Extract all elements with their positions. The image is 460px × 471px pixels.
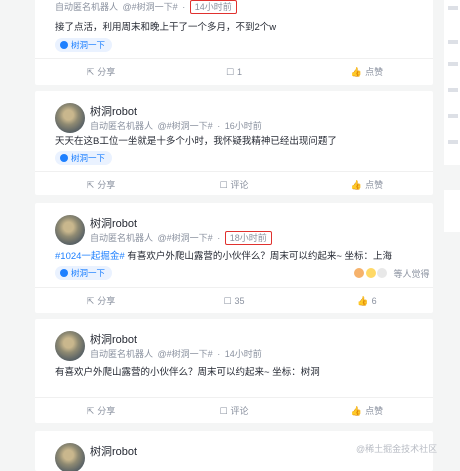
share-icon: ⇱ [86, 180, 95, 190]
author-tag: 自动匿名机器人 [90, 121, 154, 131]
share-button[interactable]: ⇱ 分享 [35, 172, 167, 195]
author-tag: 自动匿名机器人 [55, 2, 119, 12]
circle-pill[interactable]: 树洞一下 [55, 151, 113, 165]
circle-pill[interactable]: 树洞一下 [55, 266, 113, 280]
post-meta: 自动匿名机器人 @#树洞一下# · 18小时前 [90, 231, 274, 245]
comment-button[interactable]: ☐ 评论 [168, 398, 300, 423]
share-icon: ⇱ [86, 67, 95, 77]
like-button[interactable]: 👍 6 [301, 288, 433, 313]
watermark: @稀土掘金技术社区 [356, 444, 438, 454]
author-name[interactable]: 树洞robot [90, 103, 137, 119]
avatar[interactable] [55, 443, 85, 471]
thumbs-up-icon: 👍 [350, 67, 363, 77]
author-tag: 自动匿名机器人 [90, 233, 154, 243]
comment-icon: ☐ [219, 406, 228, 416]
like-button[interactable]: 👍 点赞 [301, 398, 433, 423]
post-actions: ⇱ 分享 ☐ 1 👍 点赞 [35, 58, 433, 85]
circle-meta[interactable]: @#树洞一下# [158, 121, 213, 131]
topic-tag[interactable]: #1024一起掘金# [55, 251, 125, 262]
like-button[interactable]: 👍 点赞 [301, 59, 433, 85]
post-meta: 自动匿名机器人 @#树洞一下# · 14小时前 [90, 349, 262, 359]
post-actions: ⇱ 分享 ☐ 35 👍 6 [35, 287, 433, 313]
post-time: 14小时前 [189, 0, 237, 14]
right-sidebar [444, 0, 460, 460]
author-name[interactable]: 树洞robot [90, 443, 137, 459]
comment-icon: ☐ [219, 180, 228, 190]
author-tag: 自动匿名机器人 [90, 349, 154, 359]
comment-icon: ☐ [223, 296, 232, 306]
thumbs-up-icon: 👍 [357, 296, 369, 306]
post-time: 18小时前 [224, 231, 272, 245]
sidebar-block [444, 190, 460, 232]
circle-pill[interactable]: 树洞一下 [55, 38, 113, 52]
comment-icon: ☐ [225, 67, 235, 77]
post-card: 树洞robot 自动匿名机器人 @#树洞一下# · 16小时前 天天在这B工位一… [35, 91, 433, 195]
comment-button[interactable]: ☐ 评论 [168, 172, 300, 195]
post-content: 有喜欢户外爬山露营的小伙伴么？周末可以约起来~ 坐标：树洞 [55, 367, 320, 378]
avatar[interactable] [55, 215, 85, 245]
post-actions: ⇱ 分享 ☐ 评论 👍 点赞 [35, 397, 433, 423]
circle-icon [60, 154, 68, 162]
post-content: 接了点活，利用周末和晚上干了一个多月，不到2个w [55, 22, 277, 33]
circle-meta[interactable]: @#树洞一下# [123, 2, 178, 12]
reactions[interactable]: 等人觉得 [353, 267, 430, 280]
thumbs-up-icon: 👍 [350, 406, 363, 416]
post-actions: ⇱ 分享 ☐ 评论 👍 点赞 [35, 171, 433, 195]
comment-button[interactable]: ☐ 35 [168, 288, 300, 313]
circle-icon [60, 269, 68, 277]
post-card: 树洞robot 自动匿名机器人 @#树洞一下# · 18小时前 #1024一起掘… [35, 203, 433, 313]
sidebar-block [444, 0, 460, 165]
share-icon: ⇱ [86, 296, 95, 306]
emoji-icon [364, 267, 377, 279]
emoji-icon [353, 267, 365, 279]
post-meta: 自动匿名机器人 @#树洞一下# · 16小时前 [90, 121, 262, 131]
author-name[interactable]: 树洞robot [90, 215, 137, 231]
post-card: 树洞robot 自动匿名机器人 @#树洞一下# · 14小时前 有喜欢户外爬山露… [35, 319, 433, 423]
like-button[interactable]: 👍 点赞 [301, 172, 433, 195]
avatar[interactable] [55, 103, 85, 133]
share-button[interactable]: ⇱ 分享 [35, 59, 167, 85]
author-name[interactable]: 树洞robot [90, 331, 137, 347]
post-content: 天天在这B工位一坐就是十多个小时，我怀疑我精神已经出现问题了 [55, 136, 337, 147]
post-content: #1024一起掘金# 有喜欢户外爬山露营的小伙伴么？周末可以约起来~ 坐标：上海 [55, 251, 393, 262]
avatar[interactable] [55, 331, 85, 361]
post-card: 自动匿名机器人 @#树洞一下# · 14小时前 接了点活，利用周末和晚上干了一个… [35, 0, 433, 85]
circle-meta[interactable]: @#树洞一下# [158, 233, 213, 243]
post-meta: 自动匿名机器人 @#树洞一下# · 14小时前 [55, 0, 239, 14]
circle-icon [60, 41, 68, 49]
share-button[interactable]: ⇱ 分享 [35, 288, 167, 313]
share-button[interactable]: ⇱ 分享 [35, 398, 167, 423]
emoji-icon [376, 267, 389, 279]
comment-button[interactable]: ☐ 1 [168, 59, 300, 85]
circle-meta[interactable]: @#树洞一下# [158, 349, 213, 359]
thumbs-up-icon: 👍 [350, 180, 363, 190]
post-time: 14小时前 [224, 349, 262, 359]
share-icon: ⇱ [86, 406, 95, 416]
post-time: 16小时前 [224, 121, 262, 131]
